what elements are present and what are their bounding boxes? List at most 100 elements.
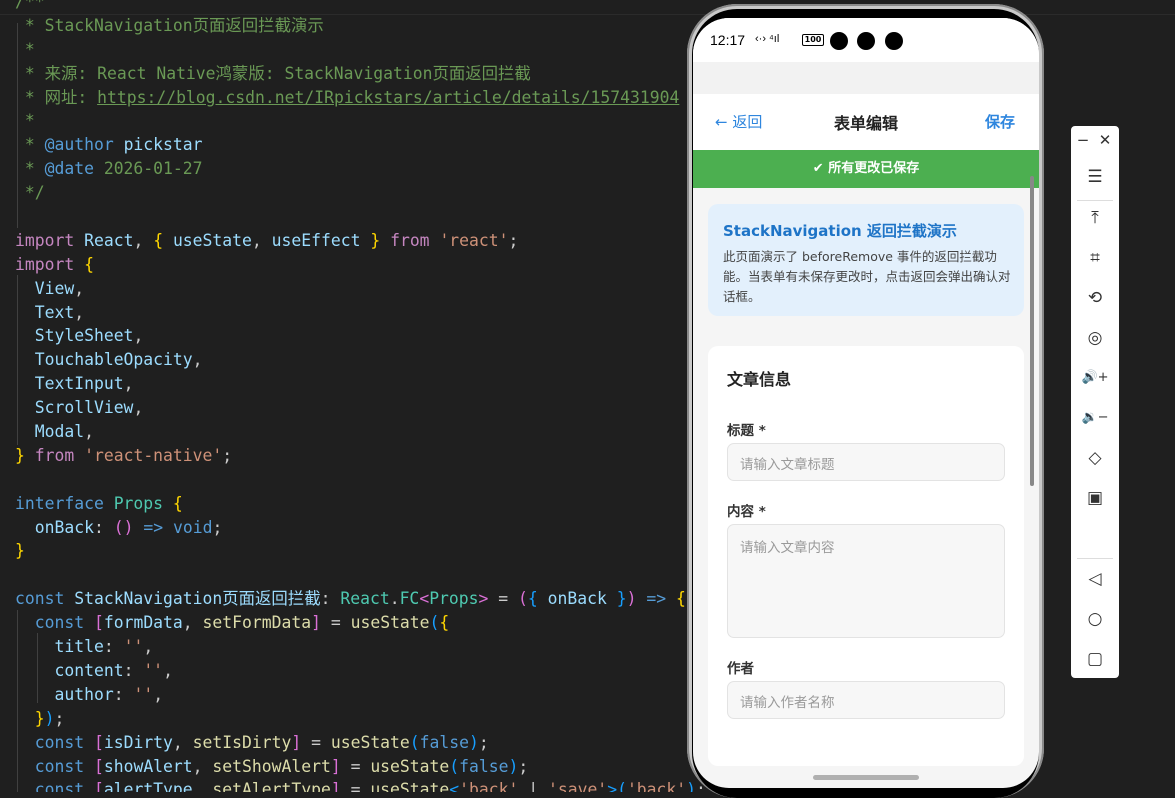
scrollbar[interactable] — [1030, 176, 1034, 486]
info-description: 此页面演示了 beforeRemove 事件的返回拦截功能。当表单有未保存更改时… — [723, 249, 1011, 304]
menu-icon[interactable]: ☰ — [1071, 162, 1119, 192]
code-token: , — [143, 637, 154, 657]
code-token: => — [646, 589, 667, 609]
code-token: React — [84, 230, 134, 250]
phone-screen[interactable]: 12:17 ‹·› ⁴ıl 100 ← 返回 表单编辑 保存 ✔ 所有更改已保存… — [693, 18, 1039, 788]
code-token: ] — [330, 756, 341, 776]
code-line: } from 'react-native'; — [15, 444, 706, 468]
code-token: , — [192, 780, 213, 792]
minimize-button[interactable]: − — [1073, 128, 1093, 152]
content-input[interactable]: 请输入文章内容 — [727, 524, 1005, 638]
screenshot-icon[interactable]: ◎ — [1071, 323, 1119, 353]
code-token: ; — [518, 756, 529, 776]
code-token: import — [15, 230, 75, 250]
home-nav-icon[interactable]: ○ — [1071, 604, 1119, 634]
crop-icon[interactable]: ⌗ — [1071, 243, 1119, 273]
code-token: ) — [44, 708, 55, 728]
code-token: < — [449, 780, 460, 792]
code-token: = — [301, 732, 331, 752]
code-token: pickstar — [123, 135, 203, 155]
title-input[interactable]: 请输入文章标题 — [727, 443, 1005, 481]
volume-down-icon[interactable]: 🔉− — [1071, 403, 1119, 433]
code-token: isDirty — [103, 732, 173, 752]
code-token: () — [113, 517, 134, 537]
code-line: View, — [15, 277, 706, 301]
content-placeholder: 请输入文章内容 — [740, 540, 835, 556]
code-token: StyleSheet — [34, 326, 134, 346]
code-token: const — [34, 756, 85, 776]
code-line: */ — [15, 181, 706, 205]
status-bar: 12:17 ‹·› ⁴ıl 100 — [693, 18, 1039, 62]
back-nav-icon[interactable]: ◁ — [1071, 564, 1119, 594]
code-token: FC — [399, 589, 420, 609]
code-line: * @date 2026-01-27 — [15, 157, 706, 181]
code-token: /** — [15, 0, 45, 11]
code-line: content: '', — [15, 659, 706, 683]
recents-nav-icon[interactable]: ▢ — [1071, 644, 1119, 674]
code-token: const — [15, 589, 65, 609]
camera-icon — [857, 32, 875, 50]
code-token: React — [340, 589, 390, 609]
code-line: import React, { useState, useEffect } fr… — [15, 229, 706, 253]
code-token: , — [192, 756, 213, 776]
code-token: 'back' — [626, 780, 687, 792]
author-input[interactable]: 请输入作者名称 — [727, 681, 1005, 719]
code-token: } — [15, 541, 25, 561]
code-token: ( — [518, 589, 528, 609]
code-token: void — [172, 517, 213, 537]
code-token: | — [518, 780, 548, 792]
code-line: TouchableOpacity, — [15, 348, 706, 372]
status-time: 12:17 — [710, 32, 746, 48]
shake-icon[interactable]: ◇ — [1071, 443, 1119, 473]
home-indicator[interactable] — [813, 775, 919, 780]
code-token: ] — [311, 613, 321, 633]
code-token: showAlert — [103, 756, 193, 776]
code-line: * @author pickstar — [15, 133, 706, 157]
code-token: , — [84, 422, 94, 442]
code-token: [ — [93, 613, 104, 633]
code-token: : — [113, 684, 134, 704]
info-title: StackNavigation 返回拦截演示 — [723, 222, 957, 240]
code-line: }); — [15, 707, 706, 731]
code-token: = — [488, 589, 519, 609]
code-token: } — [34, 708, 45, 728]
pin-top-icon[interactable]: ⤒ — [1071, 203, 1119, 233]
info-card: StackNavigation 返回拦截演示 此页面演示了 beforeRemo… — [708, 204, 1024, 316]
code-token: } — [15, 445, 25, 465]
code-token: , — [182, 613, 203, 633]
save-button[interactable]: 保存 — [985, 111, 1015, 132]
code-token: * — [15, 111, 35, 131]
volume-up-icon[interactable]: 🔊+ — [1071, 363, 1119, 393]
code-token: ; — [54, 708, 65, 728]
title-placeholder: 请输入文章标题 — [740, 457, 835, 473]
multi-screen-icon[interactable]: ▣ — [1071, 483, 1119, 513]
code-token: } — [616, 589, 627, 609]
code-token: ; — [478, 732, 489, 752]
code-line: const [alertType, setAlertType] = useSta… — [15, 778, 706, 792]
nav-bar: ← 返回 表单编辑 保存 — [693, 94, 1039, 150]
code-line: } — [15, 539, 706, 563]
rotate-icon[interactable]: ⟲ — [1071, 283, 1119, 313]
close-button[interactable]: ✕ — [1095, 128, 1115, 152]
code-token: alertType — [103, 780, 193, 792]
code-token: '' — [133, 684, 154, 704]
code-token: useState — [350, 613, 430, 633]
code-token: '' — [143, 660, 164, 680]
code-token: , — [251, 230, 272, 250]
code-token: ) — [469, 732, 479, 752]
code-token: interface — [15, 493, 104, 513]
code-token: , — [123, 374, 134, 394]
